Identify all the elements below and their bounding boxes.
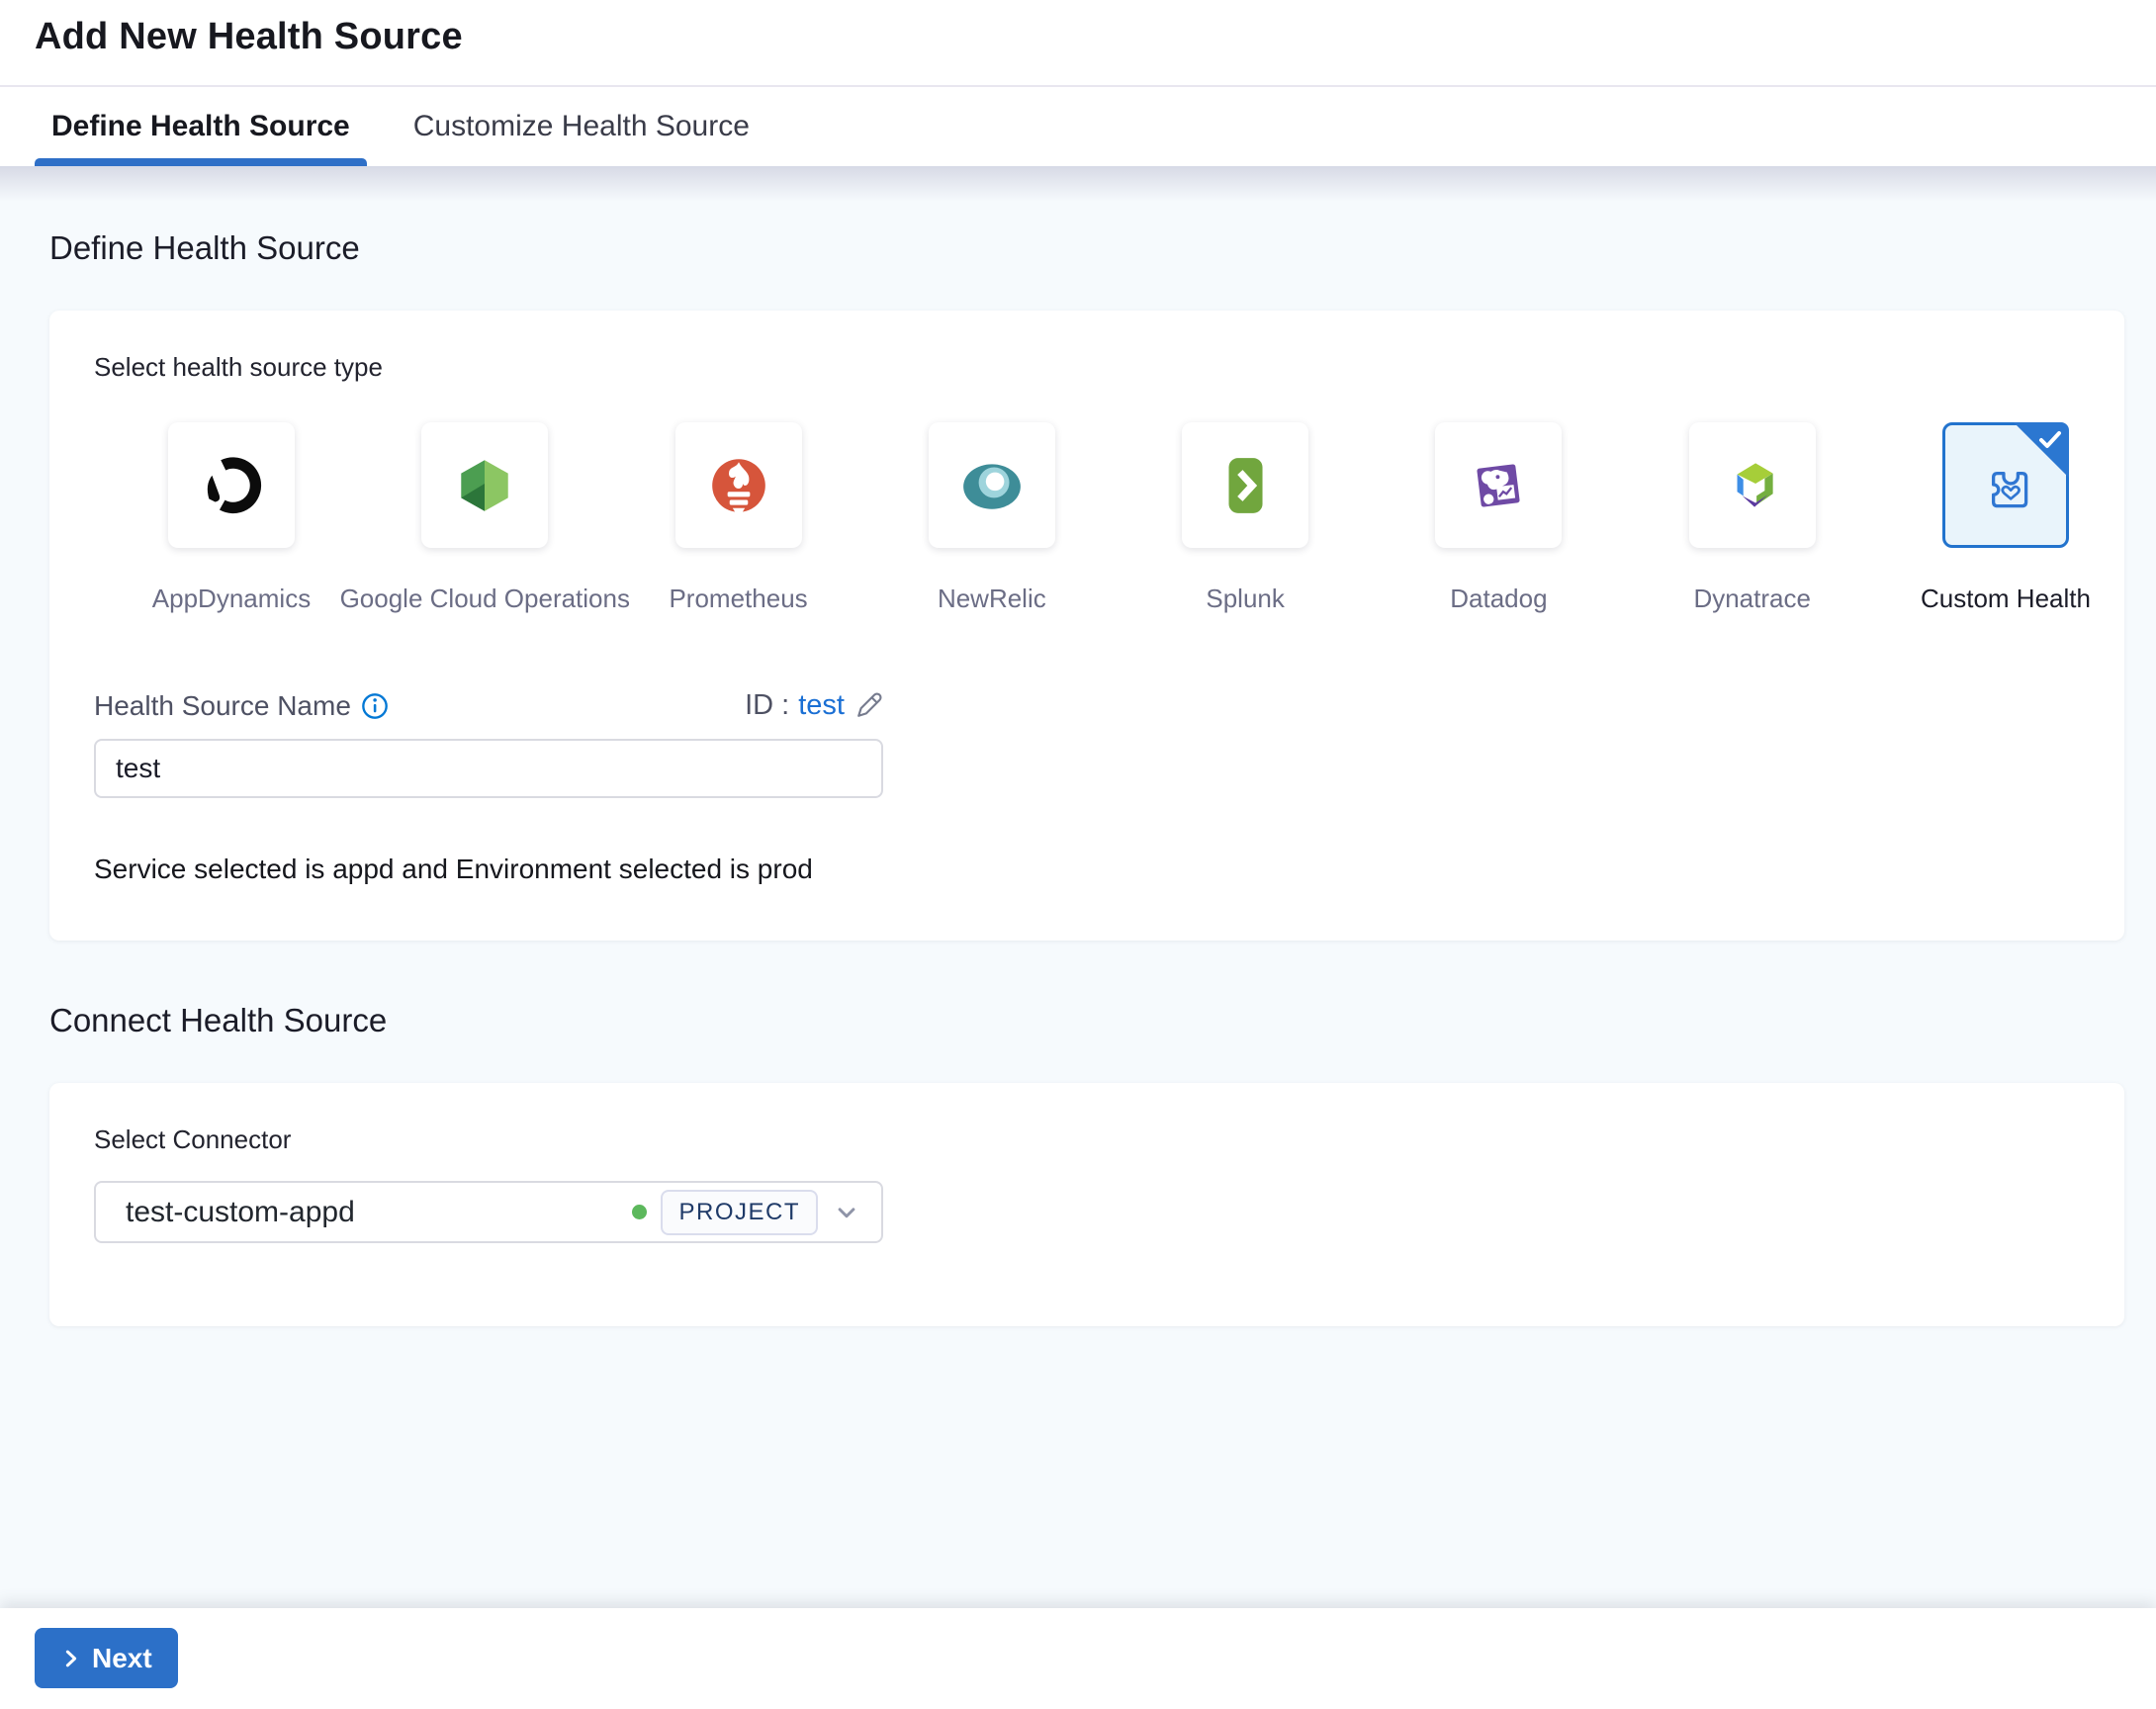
dialog-footer: Next xyxy=(0,1608,2156,1709)
tab-bar: Define Health Source Customize Health So… xyxy=(35,87,766,166)
source-type-google-cloud-operations[interactable]: Google Cloud Operations xyxy=(340,422,630,614)
source-type-tile xyxy=(168,422,295,548)
splunk-icon xyxy=(1228,457,1263,513)
source-type-label: Google Cloud Operations xyxy=(339,584,630,613)
dialog-body: Define Health Source Select health sourc… xyxy=(0,166,2156,1608)
source-type-dynatrace[interactable]: Dynatrace xyxy=(1688,422,1816,614)
connect-health-source-card: Select Connector test-custom-appd PROJEC… xyxy=(49,1083,2124,1326)
source-type-tile xyxy=(1182,422,1309,548)
source-type-label: AppDynamics xyxy=(151,584,312,613)
health-source-id-value: test xyxy=(798,689,845,721)
tab-define-health-source[interactable]: Define Health Source xyxy=(35,87,367,166)
source-type-tile xyxy=(1435,422,1563,548)
health-source-name-label: Health Source Name xyxy=(94,689,351,721)
source-type-tile-selected xyxy=(1941,422,2069,548)
define-section-heading: Define Health Source xyxy=(49,229,360,266)
edit-id-icon[interactable] xyxy=(853,691,883,721)
next-button-label: Next xyxy=(92,1642,152,1673)
chevron-right-icon xyxy=(65,1650,77,1666)
source-type-label: Splunk xyxy=(1206,584,1285,613)
id-label: ID : xyxy=(745,689,790,721)
source-type-label: Custom Health xyxy=(1920,584,2091,613)
source-type-appdynamics[interactable]: AppDynamics xyxy=(152,422,311,614)
page-title: Add New Health Source xyxy=(35,16,463,57)
tab-label: Customize Health Source xyxy=(412,110,750,142)
health-source-name-block: Health Source Name ID : test xyxy=(94,689,883,798)
source-type-label: Dynatrace xyxy=(1693,584,1811,613)
select-connector-label: Select Connector xyxy=(94,1124,292,1154)
connector-status-dot xyxy=(632,1205,648,1219)
custom-health-icon xyxy=(1991,471,2028,507)
source-type-splunk[interactable]: Splunk xyxy=(1182,422,1309,614)
connect-section-heading: Connect Health Source xyxy=(49,1002,388,1038)
connector-scope-badge: PROJECT xyxy=(661,1189,818,1235)
source-type-newrelic[interactable]: NewRelic xyxy=(928,422,1055,614)
newrelic-icon xyxy=(962,463,1021,509)
connector-select[interactable]: test-custom-appd PROJECT xyxy=(94,1181,883,1243)
source-type-label: Datadog xyxy=(1450,584,1548,613)
add-health-source-dialog: Add New Health Source Define Health Sour… xyxy=(0,0,2156,1709)
source-type-custom-health[interactable]: Custom Health xyxy=(1921,422,2091,614)
source-type-tile xyxy=(674,422,802,548)
source-type-tile xyxy=(928,422,1055,548)
dynatrace-icon xyxy=(1737,462,1773,507)
health-source-id: ID : test xyxy=(745,689,883,722)
define-health-source-card: Select health source type AppDynamics Go… xyxy=(49,311,2124,941)
source-type-tile xyxy=(421,422,549,548)
chevron-down-icon[interactable] xyxy=(832,1198,861,1227)
source-type-label: NewRelic xyxy=(937,584,1046,613)
google-cloud-operations-icon xyxy=(461,459,508,511)
source-type-datadog[interactable]: Datadog xyxy=(1435,422,1563,614)
health-source-name-input[interactable] xyxy=(94,739,883,798)
prometheus-icon xyxy=(711,458,765,513)
source-type-tile xyxy=(1688,422,1816,548)
check-icon xyxy=(2038,431,2061,448)
appdynamics-icon xyxy=(207,456,262,513)
active-tab-underline xyxy=(35,158,367,166)
tab-label: Define Health Source xyxy=(51,110,350,142)
tab-customize-health-source[interactable]: Customize Health Source xyxy=(397,87,766,166)
datadog-icon xyxy=(1477,463,1520,507)
connector-value: test-custom-appd xyxy=(126,1195,355,1228)
health-source-type-list: AppDynamics Google Cloud Operations Prom… xyxy=(94,422,2091,614)
dialog-header: Add New Health Source Define Health Sour… xyxy=(0,0,2156,166)
select-type-label: Select health source type xyxy=(94,352,383,382)
source-type-label: Prometheus xyxy=(669,584,808,613)
next-button[interactable]: Next xyxy=(35,1628,178,1688)
info-icon[interactable] xyxy=(361,692,389,720)
service-env-text: Service selected is appd and Environment… xyxy=(94,854,813,884)
source-type-prometheus[interactable]: Prometheus xyxy=(669,422,808,614)
